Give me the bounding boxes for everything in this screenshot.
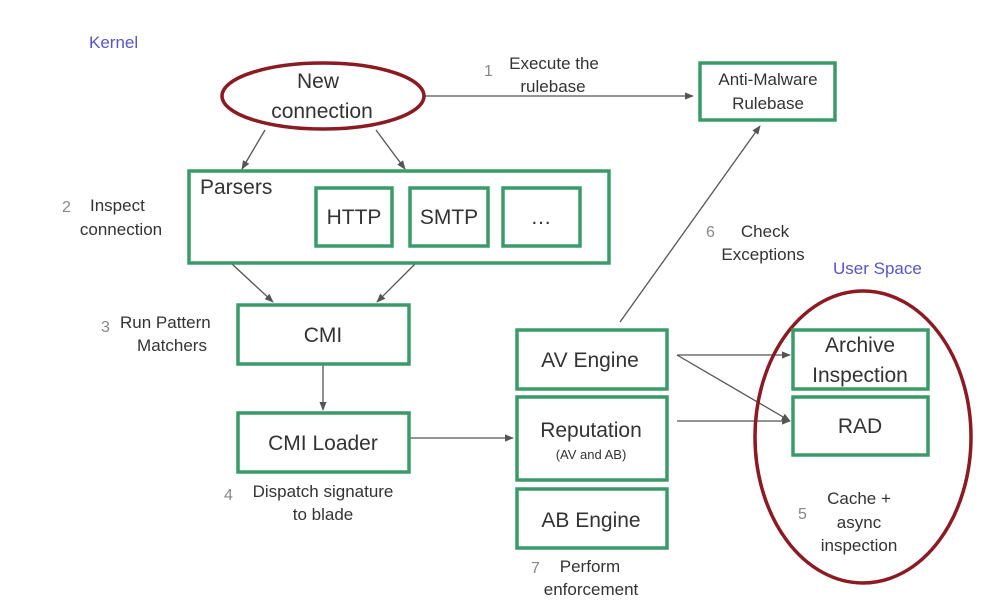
step-1-line1: Execute the bbox=[509, 54, 599, 73]
step-6-line2: Exceptions bbox=[721, 245, 804, 264]
step-7: 7 Perform enforcement bbox=[531, 557, 639, 599]
rulebase-line2: Rulebase bbox=[732, 94, 804, 113]
step-4-line2: to blade bbox=[293, 505, 354, 524]
parser-more: … bbox=[531, 206, 552, 229]
step-2-line2: connection bbox=[80, 220, 162, 239]
step-2: 2 Inspect connection bbox=[62, 196, 162, 239]
step-5: 5 Cache + async inspection bbox=[798, 489, 897, 555]
step-3: 3 Run Pattern Matchers bbox=[101, 313, 211, 355]
parser-http: HTTP bbox=[327, 206, 382, 229]
rulebase-line1: Anti-Malware bbox=[718, 70, 817, 89]
anti-malware-flow-diagram: Kernel User Space New connection Anti-Ma… bbox=[62, 33, 973, 599]
av-engine-label: AV Engine bbox=[541, 349, 639, 372]
kernel-label: Kernel bbox=[89, 33, 138, 52]
step-4-line1: Dispatch signature bbox=[253, 482, 394, 501]
step-4: 4 Dispatch signature to blade bbox=[224, 482, 393, 524]
reputation-label: Reputation bbox=[540, 419, 642, 442]
step-4-number: 4 bbox=[224, 487, 233, 504]
new-connection-line2: connection bbox=[271, 100, 373, 123]
parsers-title: Parsers bbox=[200, 176, 272, 199]
arrow-conn-to-parsers-left bbox=[241, 129, 266, 170]
step-2-number: 2 bbox=[62, 199, 71, 216]
step-3-number: 3 bbox=[101, 319, 110, 336]
cmi-node: CMI bbox=[236, 303, 411, 366]
step-5-line1: Cache + bbox=[827, 489, 891, 508]
parser-smtp: SMTP bbox=[420, 206, 478, 229]
ab-engine-label: AB Engine bbox=[541, 509, 640, 532]
step-6-line1: Check bbox=[741, 222, 790, 241]
new-connection-node: New connection bbox=[220, 61, 426, 131]
cmi-loader-label: CMI Loader bbox=[268, 432, 378, 455]
step-1-line2: rulebase bbox=[520, 77, 585, 96]
step-6: 6 Check Exceptions bbox=[706, 222, 805, 264]
step-3-line1: Run Pattern bbox=[120, 313, 211, 332]
step-6-number: 6 bbox=[706, 224, 715, 241]
cmi-loader-node: CMI Loader bbox=[236, 411, 411, 474]
step-7-line1: Perform bbox=[560, 557, 620, 576]
new-connection-line1: New bbox=[297, 70, 340, 93]
cmi-label: CMI bbox=[304, 324, 343, 347]
step-1-number: 1 bbox=[484, 63, 493, 80]
step-7-number: 7 bbox=[531, 560, 540, 577]
step-5-number: 5 bbox=[798, 506, 807, 523]
av-engine-node: AV Engine bbox=[515, 328, 669, 391]
reputation-sublabel: (AV and AB) bbox=[556, 447, 627, 462]
ab-engine-node: AB Engine bbox=[515, 487, 669, 550]
step-2-line1: Inspect bbox=[90, 196, 145, 215]
connectors bbox=[231, 92, 791, 442]
reputation-node: Reputation (AV and AB) bbox=[515, 395, 669, 482]
step-5-line2: async bbox=[837, 513, 882, 532]
arrow-parsers-to-cmi-left bbox=[231, 263, 274, 303]
arrow-av-to-rulebase bbox=[619, 125, 761, 323]
step-5-line3: inspection bbox=[821, 536, 898, 555]
step-3-line2: Matchers bbox=[137, 336, 207, 355]
archive-line1: Archive bbox=[825, 334, 895, 357]
arrow-av-to-rad bbox=[676, 354, 791, 422]
rad-label: RAD bbox=[838, 415, 882, 438]
step-1: 1 Execute the rulebase bbox=[484, 54, 599, 96]
step-7-line2: enforcement bbox=[544, 580, 639, 599]
user-space-label: User Space bbox=[833, 259, 922, 278]
anti-malware-rulebase-node: Anti-Malware Rulebase bbox=[698, 61, 837, 122]
arrow-conn-to-parsers-right bbox=[375, 129, 406, 170]
arrow-parsers-to-cmi-right bbox=[376, 263, 416, 303]
parsers-node: Parsers HTTP SMTP … bbox=[187, 169, 611, 265]
archive-line2: Inspection bbox=[812, 364, 908, 387]
